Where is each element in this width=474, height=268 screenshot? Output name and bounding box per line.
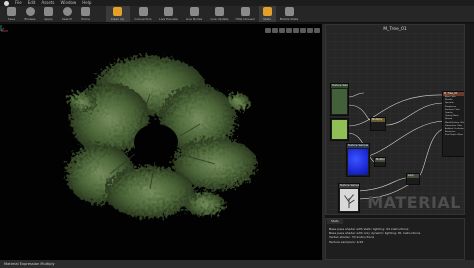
node-lerp-title: Lerp — [407, 174, 419, 178]
status-bar: Material Expression Multiply — [0, 260, 474, 268]
connectors-icon — [138, 7, 148, 16]
graph-watermark: MATERIAL — [367, 193, 461, 212]
clean-up-label: Clean Up — [110, 17, 125, 21]
preview-viewport[interactable] — [0, 24, 322, 260]
save-icon — [7, 7, 16, 16]
connectors-label: Connectors — [134, 17, 152, 21]
color-texture-preview — [332, 89, 347, 114]
stats-lines: Base pass shader with static lighting: 9… — [329, 227, 461, 244]
node-multiply-2[interactable]: Multiply — [374, 157, 386, 167]
shape-mesh-icon[interactable] — [314, 28, 320, 33]
live-nodes-label: Live Nodes — [185, 17, 203, 21]
node-color-texture-title: Texture Sample — [331, 84, 348, 88]
browse-icon — [25, 7, 35, 16]
stats-label: Stats — [263, 17, 271, 21]
connectors-button[interactable]: Connectors — [131, 6, 155, 22]
live-preview-icon — [164, 7, 173, 16]
node-normal-texture[interactable]: Texture Sample — [346, 143, 370, 177]
stats-tab[interactable]: Stats — [327, 219, 343, 224]
mask-texture-preview — [340, 189, 358, 211]
live-preview-label: Live Preview — [159, 17, 178, 21]
clean-up-button[interactable]: Clean Up — [105, 6, 130, 22]
viewport-toolbar — [265, 28, 320, 33]
show-icon[interactable] — [279, 28, 285, 33]
color-preview-swatch — [332, 120, 347, 139]
node-mask-texture[interactable]: Texture Sample — [338, 183, 360, 213]
live-update-icon — [215, 7, 224, 16]
right-panel-edge — [465, 24, 474, 260]
engine-logo-icon — [4, 0, 9, 6]
foliage-preview-image — [66, 56, 257, 218]
node-mask-texture-title: Texture Sample — [339, 184, 359, 188]
search-icon — [62, 7, 72, 16]
node-normal-texture-title: Texture Sample — [347, 144, 369, 148]
browse-label: Browse — [24, 17, 36, 21]
toolbar: Save Browse Apply Search Home Clean Up C… — [0, 6, 474, 23]
browse-button[interactable]: Browse — [22, 6, 39, 22]
live-nodes-icon — [189, 7, 199, 16]
material-editor-window: File Edit Assets Window Help Save Browse… — [0, 0, 474, 268]
hide-unused-icon — [240, 7, 250, 16]
hide-unused-label: Hide Unused — [235, 17, 255, 21]
search-label: Search — [61, 17, 73, 21]
hide-unused-button[interactable]: Hide Unused — [233, 6, 257, 22]
mobile-stats-icon — [284, 7, 294, 16]
search-button[interactable]: Search — [59, 6, 76, 22]
view-mode-icon[interactable] — [265, 28, 271, 33]
axis-gizmo-icon — [0, 25, 8, 32]
live-update-label: Live Update — [210, 17, 229, 21]
graph-canvas[interactable]: Texture Sample Multiply Texture Sample T… — [326, 33, 464, 214]
node-multiply[interactable]: Multiply — [370, 117, 386, 131]
material-result-pins: Base Color Metallic Specular Roughness E… — [443, 96, 464, 138]
home-label: Home — [81, 17, 90, 21]
lighting-icon[interactable] — [272, 28, 278, 33]
node-lerp[interactable]: Lerp — [406, 173, 420, 185]
graph-title: M_Tree_01 — [383, 27, 407, 32]
material-graph-panel[interactable]: M_Tree_01 Texture Sample — [325, 24, 465, 215]
mask-branch-icon — [344, 194, 355, 209]
save-button[interactable]: Save — [3, 6, 20, 22]
apply-button[interactable]: Apply — [40, 6, 57, 22]
stats-button[interactable]: Stats — [258, 6, 276, 22]
stats-icon — [262, 7, 272, 16]
home-icon — [81, 7, 90, 16]
save-label: Save — [7, 17, 16, 21]
stats-line: Texture samplers: 4/16 — [329, 239, 364, 244]
node-color-preview[interactable] — [330, 118, 349, 141]
home-button[interactable]: Home — [77, 6, 94, 22]
node-multiply-title: Multiply — [371, 118, 385, 122]
live-update-button[interactable]: Live Update — [208, 6, 232, 22]
apply-label: Apply — [44, 17, 53, 21]
mobile-stats-label: Mobile Stats — [279, 17, 299, 21]
shape-sphere-icon[interactable] — [293, 28, 299, 33]
node-material-result[interactable]: M_Tree_01 Base Color Metallic Specular R… — [442, 91, 464, 157]
stats-panel: Stats Base pass shader with static light… — [325, 218, 465, 260]
shape-cylinder-icon[interactable] — [286, 28, 292, 33]
clean-up-icon — [113, 7, 122, 16]
node-color-texture[interactable]: Texture Sample — [330, 83, 349, 116]
live-preview-button[interactable]: Live Preview — [157, 6, 181, 22]
normal-texture-preview — [348, 149, 368, 175]
apply-icon — [44, 7, 53, 16]
pin-pixel-depth-offset[interactable]: Pixel Depth Offset — [445, 134, 464, 137]
node-multiply-2-title: Multiply — [375, 158, 385, 162]
live-nodes-button[interactable]: Live Nodes — [182, 6, 206, 22]
shape-cube-icon[interactable] — [307, 28, 313, 33]
mobile-stats-button[interactable]: Mobile Stats — [277, 6, 301, 22]
shape-plane-icon[interactable] — [300, 28, 306, 33]
